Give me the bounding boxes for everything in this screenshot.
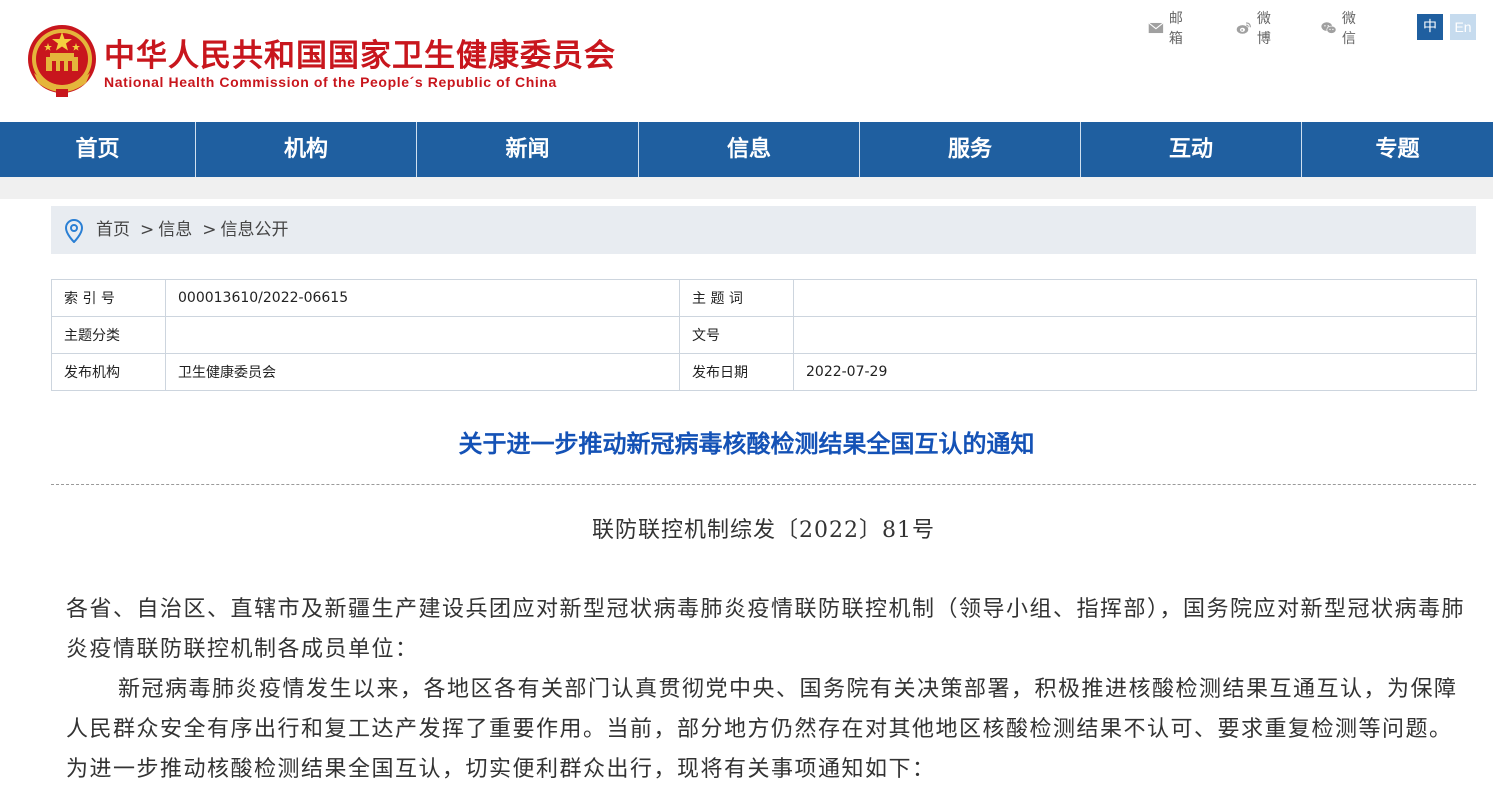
- site-title-cn[interactable]: 中华人民共和国国家卫生健康委员会: [104, 30, 616, 75]
- lang-zh-button[interactable]: 中: [1417, 14, 1443, 40]
- publisher-label: 发布机构: [51, 353, 166, 391]
- article-paragraph: 各省、自治区、直辖市及新疆生产建设兵团应对新型冠状病毒肺炎疫情联防联控机制（领导…: [66, 597, 1466, 662]
- subnav-bar: [0, 177, 1493, 199]
- title-divider: [51, 484, 1476, 485]
- subject-words-value: [793, 279, 1477, 317]
- site-title-en[interactable]: National Health Commission of the People…: [104, 74, 557, 90]
- publish-date-value: 2022-07-29: [793, 353, 1477, 391]
- category-label: 主题分类: [51, 316, 166, 354]
- nav-item-topics[interactable]: 专题: [1302, 122, 1493, 177]
- mail-label: 邮箱: [1168, 11, 1183, 47]
- publish-date-label: 发布日期: [679, 353, 794, 391]
- article-title: 关于进一步推动新冠病毒核酸检测结果全国互认的通知: [458, 430, 1035, 458]
- article-doc-number: 联防联控机制综发〔2022〕81号: [592, 518, 935, 543]
- publisher-value: 卫生健康委员会: [165, 353, 680, 391]
- nav-item-institution[interactable]: 机构: [196, 122, 417, 177]
- wechat-link[interactable]: 微信: [1321, 11, 1362, 47]
- index-no-label: 索 引 号: [51, 279, 166, 317]
- doc-number-value: [793, 316, 1477, 354]
- breadcrumb-sep: >: [202, 220, 217, 240]
- category-value: [165, 316, 680, 354]
- nav-item-service[interactable]: 服务: [860, 122, 1081, 177]
- table-row: 索 引 号 000013610/2022-06615 主 题 词: [51, 279, 1477, 317]
- nav-item-info[interactable]: 信息: [639, 122, 860, 177]
- article-body: 各省、自治区、直辖市及新疆生产建设兵团应对新型冠状病毒肺炎疫情联防联控机制（领导…: [66, 590, 1466, 790]
- document-meta-table: 索 引 号 000013610/2022-06615 主 题 词 主题分类 文号…: [51, 279, 1477, 391]
- site-header: 中华人民共和国国家卫生健康委员会 National Health Commiss…: [0, 0, 1493, 122]
- nav-item-interact[interactable]: 互动: [1081, 122, 1302, 177]
- nav-item-home[interactable]: 首页: [0, 122, 196, 177]
- breadcrumb-info[interactable]: 信息: [158, 220, 192, 240]
- breadcrumb-sep: >: [140, 220, 155, 240]
- weibo-link[interactable]: 微博: [1236, 11, 1277, 47]
- wechat-label: 微信: [1341, 11, 1356, 47]
- index-no-value: 000013610/2022-06615: [165, 279, 680, 317]
- subject-words-label: 主 题 词: [679, 279, 794, 317]
- mail-icon: [1148, 22, 1164, 34]
- main-nav: 首页 机构 新闻 信息 服务 互动 专题: [0, 122, 1493, 177]
- nav-item-news[interactable]: 新闻: [417, 122, 639, 177]
- national-emblem-icon[interactable]: [26, 23, 98, 99]
- table-row: 主题分类 文号: [51, 316, 1477, 354]
- weibo-label: 微博: [1256, 11, 1271, 47]
- table-row: 发布机构 卫生健康委员会 发布日期 2022-07-29: [51, 353, 1477, 391]
- breadcrumb-info-public[interactable]: 信息公开: [221, 220, 289, 240]
- wechat-icon: [1321, 22, 1337, 34]
- location-pin-icon: [65, 219, 83, 243]
- mail-link[interactable]: 邮箱: [1148, 11, 1189, 47]
- doc-number-label: 文号: [679, 316, 794, 354]
- article-paragraph: 新冠病毒肺炎疫情发生以来，各地区各有关部门认真贯彻党中央、国务院有关决策部署，积…: [66, 677, 1458, 782]
- lang-en-button[interactable]: En: [1450, 14, 1476, 40]
- breadcrumb-home[interactable]: 首页: [96, 220, 130, 240]
- weibo-icon: [1236, 22, 1251, 34]
- breadcrumb: 首页 > 信息 > 信息公开: [51, 206, 1476, 254]
